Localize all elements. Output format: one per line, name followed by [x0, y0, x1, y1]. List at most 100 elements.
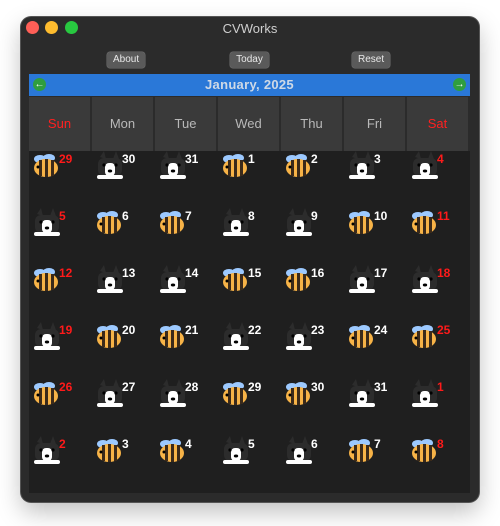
day-cell[interactable]: 27 [92, 379, 155, 436]
day-cell[interactable]: 29 [29, 151, 92, 208]
weekday-header: Sun Mon Tue Wed Thu Fri Sat [29, 97, 470, 151]
day-cell[interactable]: 16 [281, 265, 344, 322]
day-cell[interactable]: 3 [92, 436, 155, 493]
about-button[interactable]: About [107, 52, 145, 68]
day-cell[interactable]: 14 [155, 265, 218, 322]
day-number: 29 [248, 380, 262, 394]
arrow-right-icon: → [454, 79, 465, 90]
day-number: 27 [122, 380, 136, 394]
day-number: 4 [185, 437, 192, 451]
day-cell[interactable]: 5 [29, 208, 92, 265]
day-number: 12 [59, 266, 73, 280]
day-cell[interactable]: 11 [407, 208, 470, 265]
day-number: 13 [122, 266, 136, 280]
day-cell[interactable]: 24 [344, 322, 407, 379]
day-cell[interactable]: 6 [281, 436, 344, 493]
day-number: 20 [122, 323, 136, 337]
day-number: 15 [248, 266, 262, 280]
day-cell[interactable]: 13 [92, 265, 155, 322]
day-number: 29 [59, 152, 73, 166]
weekday-fri: Fri [344, 97, 406, 151]
title-bar: CVWorks [21, 17, 479, 43]
day-number: 5 [59, 209, 66, 223]
day-number: 8 [437, 437, 444, 451]
weekday-sat: Sat [407, 97, 469, 151]
day-number: 25 [437, 323, 451, 337]
weekday-wed: Wed [218, 97, 280, 151]
day-cell[interactable]: 10 [344, 208, 407, 265]
day-cell[interactable]: 26 [29, 379, 92, 436]
day-number: 24 [374, 323, 388, 337]
day-cell[interactable]: 19 [29, 322, 92, 379]
day-cell[interactable]: 5 [218, 436, 281, 493]
day-number: 28 [185, 380, 199, 394]
day-number: 23 [311, 323, 325, 337]
day-cell[interactable]: 18 [407, 265, 470, 322]
day-number: 14 [185, 266, 199, 280]
day-cell[interactable]: 25 [407, 322, 470, 379]
day-number: 2 [59, 437, 66, 451]
day-number: 8 [248, 209, 255, 223]
day-number: 17 [374, 266, 388, 280]
next-month-button[interactable]: → [453, 78, 466, 91]
day-cell[interactable]: 29 [218, 379, 281, 436]
day-number: 21 [185, 323, 199, 337]
today-button[interactable]: Today [230, 52, 269, 68]
day-cell[interactable]: 30 [281, 379, 344, 436]
day-cell[interactable]: 1 [218, 151, 281, 208]
app-window: CVWorks About Today Reset ← January, 202… [21, 17, 479, 502]
weekday-thu: Thu [281, 97, 343, 151]
day-cell[interactable]: 8 [218, 208, 281, 265]
day-cell[interactable]: 31 [155, 151, 218, 208]
day-cell[interactable]: 12 [29, 265, 92, 322]
day-cell[interactable]: 30 [92, 151, 155, 208]
day-cell[interactable]: 15 [218, 265, 281, 322]
day-number: 26 [59, 380, 73, 394]
calendar-grid: 29 30 31 1 2 3 4 5 6 7 8 9 10 11 12 13 1… [29, 151, 470, 493]
day-number: 30 [311, 380, 325, 394]
day-number: 19 [59, 323, 73, 337]
day-number: 16 [311, 266, 325, 280]
day-cell[interactable]: 20 [92, 322, 155, 379]
day-cell[interactable]: 1 [407, 379, 470, 436]
day-cell[interactable]: 6 [92, 208, 155, 265]
day-cell[interactable]: 7 [344, 436, 407, 493]
toolbar: About Today Reset [21, 52, 479, 72]
day-cell[interactable]: 9 [281, 208, 344, 265]
day-cell[interactable]: 2 [29, 436, 92, 493]
day-cell[interactable]: 7 [155, 208, 218, 265]
reset-button[interactable]: Reset [352, 52, 390, 68]
day-cell[interactable]: 2 [281, 151, 344, 208]
day-number: 7 [185, 209, 192, 223]
day-number: 1 [248, 152, 255, 166]
day-number: 3 [374, 152, 381, 166]
day-number: 18 [437, 266, 451, 280]
day-number: 7 [374, 437, 381, 451]
day-number: 22 [248, 323, 262, 337]
day-number: 31 [374, 380, 388, 394]
day-cell[interactable]: 31 [344, 379, 407, 436]
weekday-mon: Mon [92, 97, 154, 151]
month-bar: ← January, 2025 → [29, 74, 470, 96]
day-number: 6 [311, 437, 318, 451]
day-cell[interactable]: 28 [155, 379, 218, 436]
window-title: CVWorks [222, 21, 278, 36]
day-cell[interactable]: 3 [344, 151, 407, 208]
day-cell[interactable]: 23 [281, 322, 344, 379]
day-number: 1 [437, 380, 444, 394]
day-cell[interactable]: 4 [407, 151, 470, 208]
day-number: 2 [311, 152, 318, 166]
day-cell[interactable]: 8 [407, 436, 470, 493]
day-number: 6 [122, 209, 129, 223]
day-cell[interactable]: 17 [344, 265, 407, 322]
day-number: 5 [248, 437, 255, 451]
weekday-sun: Sun [29, 97, 91, 151]
day-number: 31 [185, 152, 199, 166]
day-number: 10 [374, 209, 388, 223]
day-number: 9 [311, 209, 318, 223]
weekday-tue: Tue [155, 97, 217, 151]
day-cell[interactable]: 21 [155, 322, 218, 379]
day-cell[interactable]: 22 [218, 322, 281, 379]
day-number: 30 [122, 152, 136, 166]
day-cell[interactable]: 4 [155, 436, 218, 493]
